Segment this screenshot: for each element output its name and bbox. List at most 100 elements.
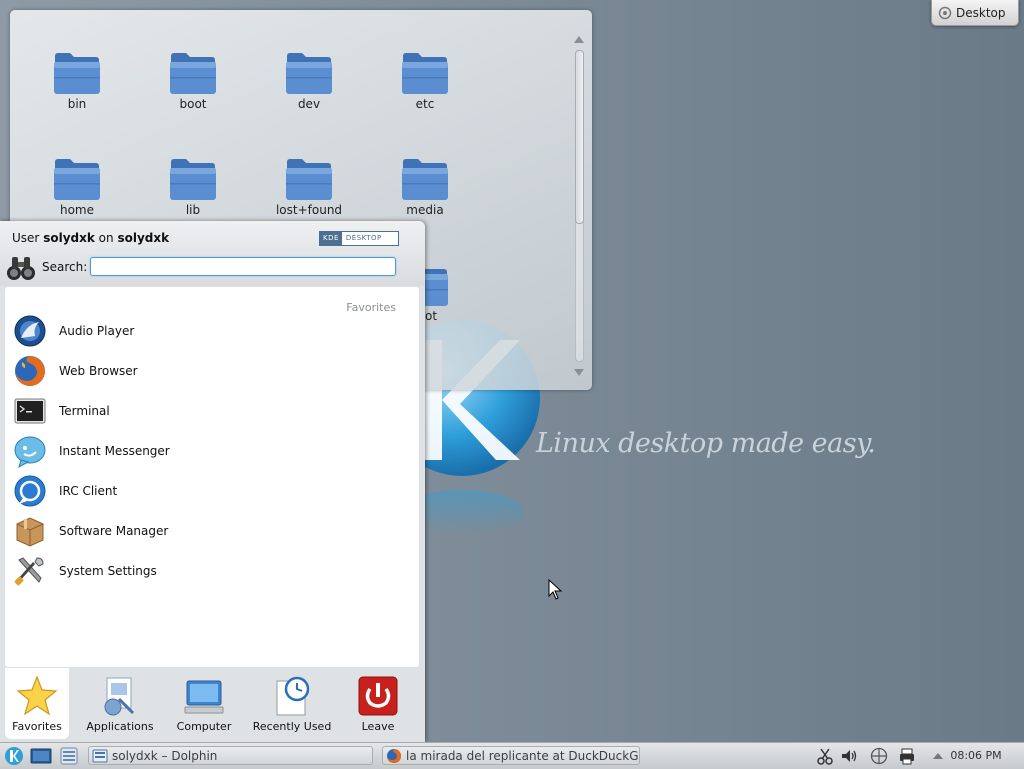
- taskbar-panel: solydxk – Dolphin la mirada del replicant…: [0, 742, 1024, 769]
- tools-icon: [14, 557, 44, 586]
- folder-item[interactable]: etc: [370, 50, 480, 111]
- favorite-item[interactable]: Instant Messenger: [13, 432, 393, 470]
- folder-label: etc: [415, 97, 435, 111]
- volume-icon[interactable]: [840, 747, 858, 765]
- folder-label: boot: [179, 97, 207, 111]
- power-icon: [358, 676, 398, 716]
- printer-icon[interactable]: [898, 747, 916, 765]
- search-label: Search:: [42, 260, 88, 274]
- folder-item[interactable]: lost+found: [254, 156, 364, 217]
- folder-icon: [402, 53, 448, 94]
- folder-icon: [54, 53, 100, 94]
- folder-label: dev: [297, 97, 321, 111]
- folder-icon: [402, 159, 448, 200]
- scroll-up-arrow-icon[interactable]: [574, 36, 584, 43]
- host-name: solydxk: [117, 231, 170, 245]
- taskbar-task[interactable]: solydxk – Dolphin: [88, 746, 373, 765]
- tab-computer[interactable]: Computer: [168, 668, 240, 739]
- scissors-icon[interactable]: [816, 747, 834, 765]
- tab-applications[interactable]: Applications: [80, 668, 160, 739]
- package-icon: [16, 517, 44, 547]
- folder-icon: [286, 159, 332, 200]
- folder-item[interactable]: lib: [138, 156, 248, 217]
- computer-icon: [184, 680, 224, 714]
- tab-label: Applications: [86, 720, 154, 733]
- folder-label: home: [59, 203, 95, 217]
- favorite-item[interactable]: Software Manager: [13, 512, 393, 550]
- favorite-item[interactable]: Web Browser: [13, 352, 393, 390]
- tab-label: Recently Used: [252, 720, 332, 733]
- tab-label: Favorites: [12, 720, 62, 733]
- user-on: on: [98, 231, 114, 245]
- favorites-list: Favorites Audio Player Web Browser Termina…: [5, 287, 419, 667]
- favorite-label: Terminal: [59, 404, 110, 418]
- tab-label: Leave: [361, 720, 395, 733]
- scroll-thumb[interactable]: [575, 50, 584, 224]
- launcher-header: User solydxk on solydxk KDE DESKTOP Sear…: [0, 221, 425, 286]
- favorite-item[interactable]: System Settings: [13, 552, 393, 590]
- tab-favorites[interactable]: Favorites: [5, 668, 69, 739]
- desktop-toolbox-button[interactable]: Desktop: [931, 0, 1019, 26]
- folder-icon: [286, 53, 332, 94]
- firefox-icon: [15, 356, 45, 386]
- kde-desktop-badge: KDE DESKTOP: [319, 231, 399, 246]
- network-icon[interactable]: [868, 747, 890, 765]
- clock[interactable]: 08:06 PM: [950, 746, 1002, 766]
- favorite-item[interactable]: Audio Player: [13, 312, 393, 350]
- irc-icon: [14, 475, 46, 507]
- user-line: User solydxk on solydxk: [12, 231, 169, 245]
- favorite-label: Audio Player: [59, 324, 135, 338]
- dolphin-icon: [92, 749, 108, 762]
- terminal-icon: [14, 398, 46, 424]
- application-launcher-menu: User solydxk on solydxk KDE DESKTOP Sear…: [0, 221, 425, 742]
- search-input[interactable]: [90, 257, 396, 276]
- scroll-down-arrow-icon[interactable]: [574, 369, 584, 376]
- taskbar-task-label: solydxk – Dolphin: [112, 748, 218, 763]
- user-name: solydxk: [43, 231, 95, 245]
- favorite-item[interactable]: Terminal: [13, 392, 393, 430]
- star-icon: [16, 675, 58, 716]
- folder-item[interactable]: dev: [254, 50, 364, 111]
- taskbar-task-label: la mirada del replicante at DuckDuckGo -…: [406, 748, 640, 763]
- kde-badge-left: KDE: [320, 232, 342, 245]
- clock-icon: [276, 676, 310, 716]
- favorite-label: IRC Client: [59, 484, 118, 498]
- folder-icon: [54, 159, 100, 200]
- folder-label: bin: [67, 97, 87, 111]
- kickoff-launcher-icon[interactable]: [3, 746, 25, 766]
- plasma-icon: [938, 6, 952, 19]
- applications-icon: [104, 677, 135, 716]
- desktop-toolbox-label: Desktop: [956, 5, 1006, 20]
- folder-item[interactable]: home: [22, 156, 132, 217]
- folder-item[interactable]: media: [370, 156, 480, 217]
- tab-recently-used[interactable]: Recently Used: [248, 668, 336, 739]
- folder-icon: [170, 53, 216, 94]
- mouse-pointer-icon: [548, 579, 563, 600]
- folder-label: media: [406, 203, 444, 217]
- tab-leave[interactable]: Leave: [342, 668, 414, 739]
- folder-label: lost+found: [275, 203, 343, 217]
- user-prefix: User: [12, 231, 40, 245]
- audio-player-icon: [14, 315, 46, 347]
- folder-item[interactable]: boot: [138, 50, 248, 111]
- tab-label: Computer: [176, 720, 232, 733]
- folder-label: lib: [185, 203, 201, 217]
- favorite-label: Web Browser: [59, 364, 138, 378]
- messenger-icon: [14, 436, 46, 468]
- favorite-item[interactable]: IRC Client: [13, 472, 393, 510]
- folder-icon: [170, 159, 216, 200]
- favorite-label: System Settings: [59, 564, 157, 578]
- kde-badge-right: DESKTOP: [345, 234, 382, 242]
- tray-expand-arrow-icon[interactable]: [932, 747, 944, 765]
- file-manager-icon[interactable]: [58, 746, 80, 766]
- taskbar-firefox-icon: [387, 748, 401, 763]
- wallpaper-slogan: Linux desktop made easy.: [536, 428, 876, 459]
- taskbar-task[interactable]: la mirada del replicante at DuckDuckGo -…: [382, 746, 640, 765]
- folder-item[interactable]: bin: [22, 50, 132, 111]
- favorite-label: Instant Messenger: [59, 444, 170, 458]
- launcher-tab-bar: Favorites Applications Computer Recently Us…: [0, 668, 425, 742]
- show-desktop-icon[interactable]: [30, 746, 52, 766]
- favorite-label: Software Manager: [59, 524, 169, 538]
- folder-view-scrollbar[interactable]: [572, 36, 585, 376]
- binoculars-icon: [7, 257, 35, 280]
